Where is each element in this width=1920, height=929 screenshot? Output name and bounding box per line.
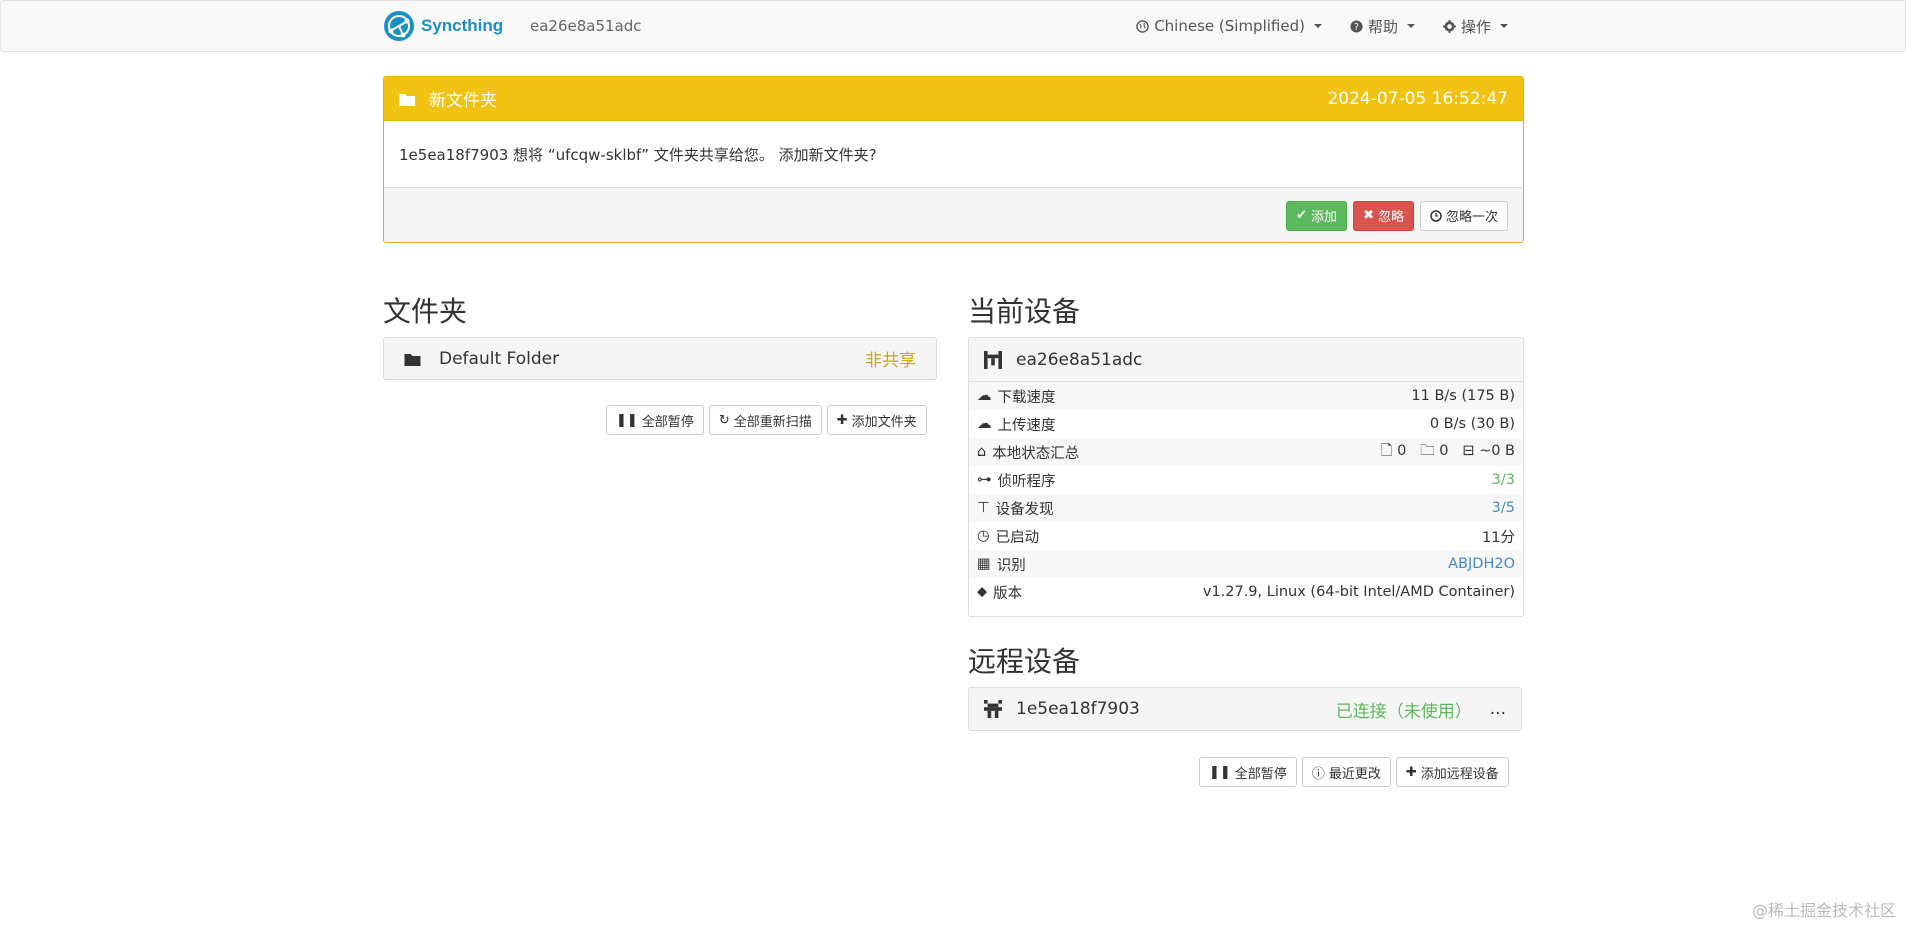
device-identicon-icon xyxy=(984,350,1002,369)
notice-footer: ✔ 添加 ✖ 忽略 忽略一次 xyxy=(384,188,1523,242)
watermark: @稀土掘金技术社区 xyxy=(1751,901,1896,920)
actions-label: 操作 xyxy=(1460,17,1491,36)
local-state-values: 🗋 0 🗀 0 ⊟ ~0 B xyxy=(1380,442,1515,459)
file-icon: 🗋 xyxy=(1380,442,1393,459)
device-identicon-icon xyxy=(984,700,1002,718)
notice-title: 新文件夹 xyxy=(429,91,497,111)
download-rate-row: ☁ 下载速度 11 B/s (175 B) xyxy=(969,382,1523,410)
discovery-value[interactable]: 3/5 xyxy=(1492,500,1515,516)
local-state-row: ⌂ 本地状态汇总 🗋 0 🗀 0 ⊟ ~0 B xyxy=(969,438,1523,466)
uptime-row: ◷ 已启动 11分 xyxy=(977,528,1515,546)
globe-icon xyxy=(1136,19,1149,33)
remote-device-item[interactable]: 1e5ea18f7903 已连接（未使用） ... xyxy=(968,687,1522,731)
tag-icon: ⬥ xyxy=(977,584,988,600)
folder-state: 非共享 xyxy=(865,351,916,371)
caret-down-icon xyxy=(1406,24,1415,28)
syncthing-logo-icon xyxy=(383,10,415,42)
listeners-row: ⊶ 侦听程序 3/3 xyxy=(977,472,1515,490)
sitemap-icon: ⊶ xyxy=(977,472,992,488)
language-dropdown[interactable]: Chinese (Simplified) xyxy=(1136,17,1322,35)
home-icon: ⌂ xyxy=(977,444,987,460)
remote-device-name: 1e5ea18f7903 xyxy=(1016,699,1140,719)
brand-name: Syncthing xyxy=(421,16,504,35)
cloud-download-icon: ☁ xyxy=(977,388,992,404)
this-device-name: ea26e8a51adc xyxy=(1016,349,1143,370)
plus-icon: ✚ xyxy=(836,412,848,428)
language-label: Chinese (Simplified) xyxy=(1154,17,1305,35)
folder-actions: ❚❚ 全部暂停 ↻ 全部重新扫描 ✚ 添加文件夹 xyxy=(606,405,927,435)
folder-name: Default Folder xyxy=(439,348,560,369)
qrcode-icon: ▦ xyxy=(977,556,991,572)
hdd-icon: ⊟ xyxy=(1462,442,1475,459)
close-icon: ✖ xyxy=(1363,208,1374,223)
identification-row: ▦ 识别 ABJDH2O xyxy=(969,550,1523,578)
version-row: ⬥ 版本 v1.27.9, Linux (64-bit Intel/AMD Co… xyxy=(977,584,1515,602)
check-icon: ✔ xyxy=(1296,208,1308,223)
ignore-button[interactable]: ✖ 忽略 xyxy=(1353,200,1414,231)
notice-header: 新文件夹 2024-07-05 16:52:47 xyxy=(384,77,1523,121)
info-icon: ⓘ xyxy=(1311,766,1325,782)
clock-icon xyxy=(1430,209,1442,222)
folders-heading: 文件夹 xyxy=(383,295,468,328)
caret-down-icon xyxy=(1313,24,1322,28)
refresh-icon: ↻ xyxy=(718,412,730,428)
dismiss-once-button[interactable]: 忽略一次 xyxy=(1419,200,1508,231)
svg-text:?: ? xyxy=(1354,22,1359,33)
remote-device-status: 已连接（未使用） xyxy=(1335,701,1472,722)
pause-all-devices-button[interactable]: ❚❚ 全部暂停 xyxy=(1199,757,1297,787)
more-ellipsis: ... xyxy=(1489,699,1506,719)
rescan-all-button[interactable]: ↻ 全部重新扫描 xyxy=(708,405,822,435)
help-label: 帮助 xyxy=(1367,17,1398,36)
remote-device-actions: ❚❚ 全部暂停 ⓘ 最近更改 ✚ 添加远程设备 xyxy=(1199,757,1509,787)
nav-device-id: ea26e8a51adc xyxy=(530,17,642,35)
folder-outline-icon: 🗀 xyxy=(1420,442,1435,459)
add-remote-device-button[interactable]: ✚ 添加远程设备 xyxy=(1395,757,1509,787)
notice-time: 2024-07-05 16:52:47 xyxy=(1327,88,1508,109)
add-folder-accept-button[interactable]: ✔ 添加 xyxy=(1286,200,1348,231)
signpost-icon: ⊤ xyxy=(977,500,990,516)
cloud-upload-icon: ☁ xyxy=(977,416,992,432)
top-navbar: Syncthing ea26e8a51adc Chinese (Simplifi… xyxy=(0,0,1906,52)
actions-dropdown[interactable]: 操作 xyxy=(1442,16,1508,37)
notice-message: 1e5ea18f7903 想将 “ufcqw-sklbf” 文件夹共享给您。 添… xyxy=(384,121,1523,188)
folder-icon xyxy=(404,352,421,366)
gear-icon xyxy=(1442,19,1456,33)
pause-icon: ❚❚ xyxy=(1209,764,1231,780)
help-dropdown[interactable]: ? 帮助 xyxy=(1350,16,1415,37)
remote-devices-heading: 远程设备 xyxy=(968,645,1081,678)
recent-changes-button[interactable]: ⓘ 最近更改 xyxy=(1301,757,1391,787)
new-folder-notice: 新文件夹 2024-07-05 16:52:47 1e5ea18f7903 想将… xyxy=(383,76,1524,243)
device-id-link[interactable]: ABJDH2O xyxy=(1448,556,1515,572)
discovery-row: ⊤ 设备发现 3/5 xyxy=(969,494,1523,522)
folder-icon xyxy=(399,92,415,106)
folder-item-default[interactable]: Default Folder 非共享 xyxy=(383,337,937,380)
this-device-panel: ea26e8a51adc ☁ 下载速度 11 B/s (175 B) ☁ 上传速… xyxy=(968,337,1524,617)
add-folder-button[interactable]: ✚ 添加文件夹 xyxy=(826,405,927,435)
pause-all-folders-button[interactable]: ❚❚ 全部暂停 xyxy=(606,405,704,435)
caret-down-icon xyxy=(1500,24,1508,28)
question-circle-icon: ? xyxy=(1350,19,1363,33)
clock-icon: ◷ xyxy=(977,528,990,544)
plus-icon: ✚ xyxy=(1405,764,1417,780)
this-device-header[interactable]: ea26e8a51adc xyxy=(969,338,1523,382)
brand-logo[interactable]: Syncthing xyxy=(383,10,503,42)
listeners-value[interactable]: 3/3 xyxy=(1492,472,1515,488)
this-device-heading: 当前设备 xyxy=(968,295,1081,328)
pause-icon: ❚❚ xyxy=(616,412,638,428)
upload-rate-row: ☁ 上传速度 0 B/s (30 B) xyxy=(977,416,1515,434)
